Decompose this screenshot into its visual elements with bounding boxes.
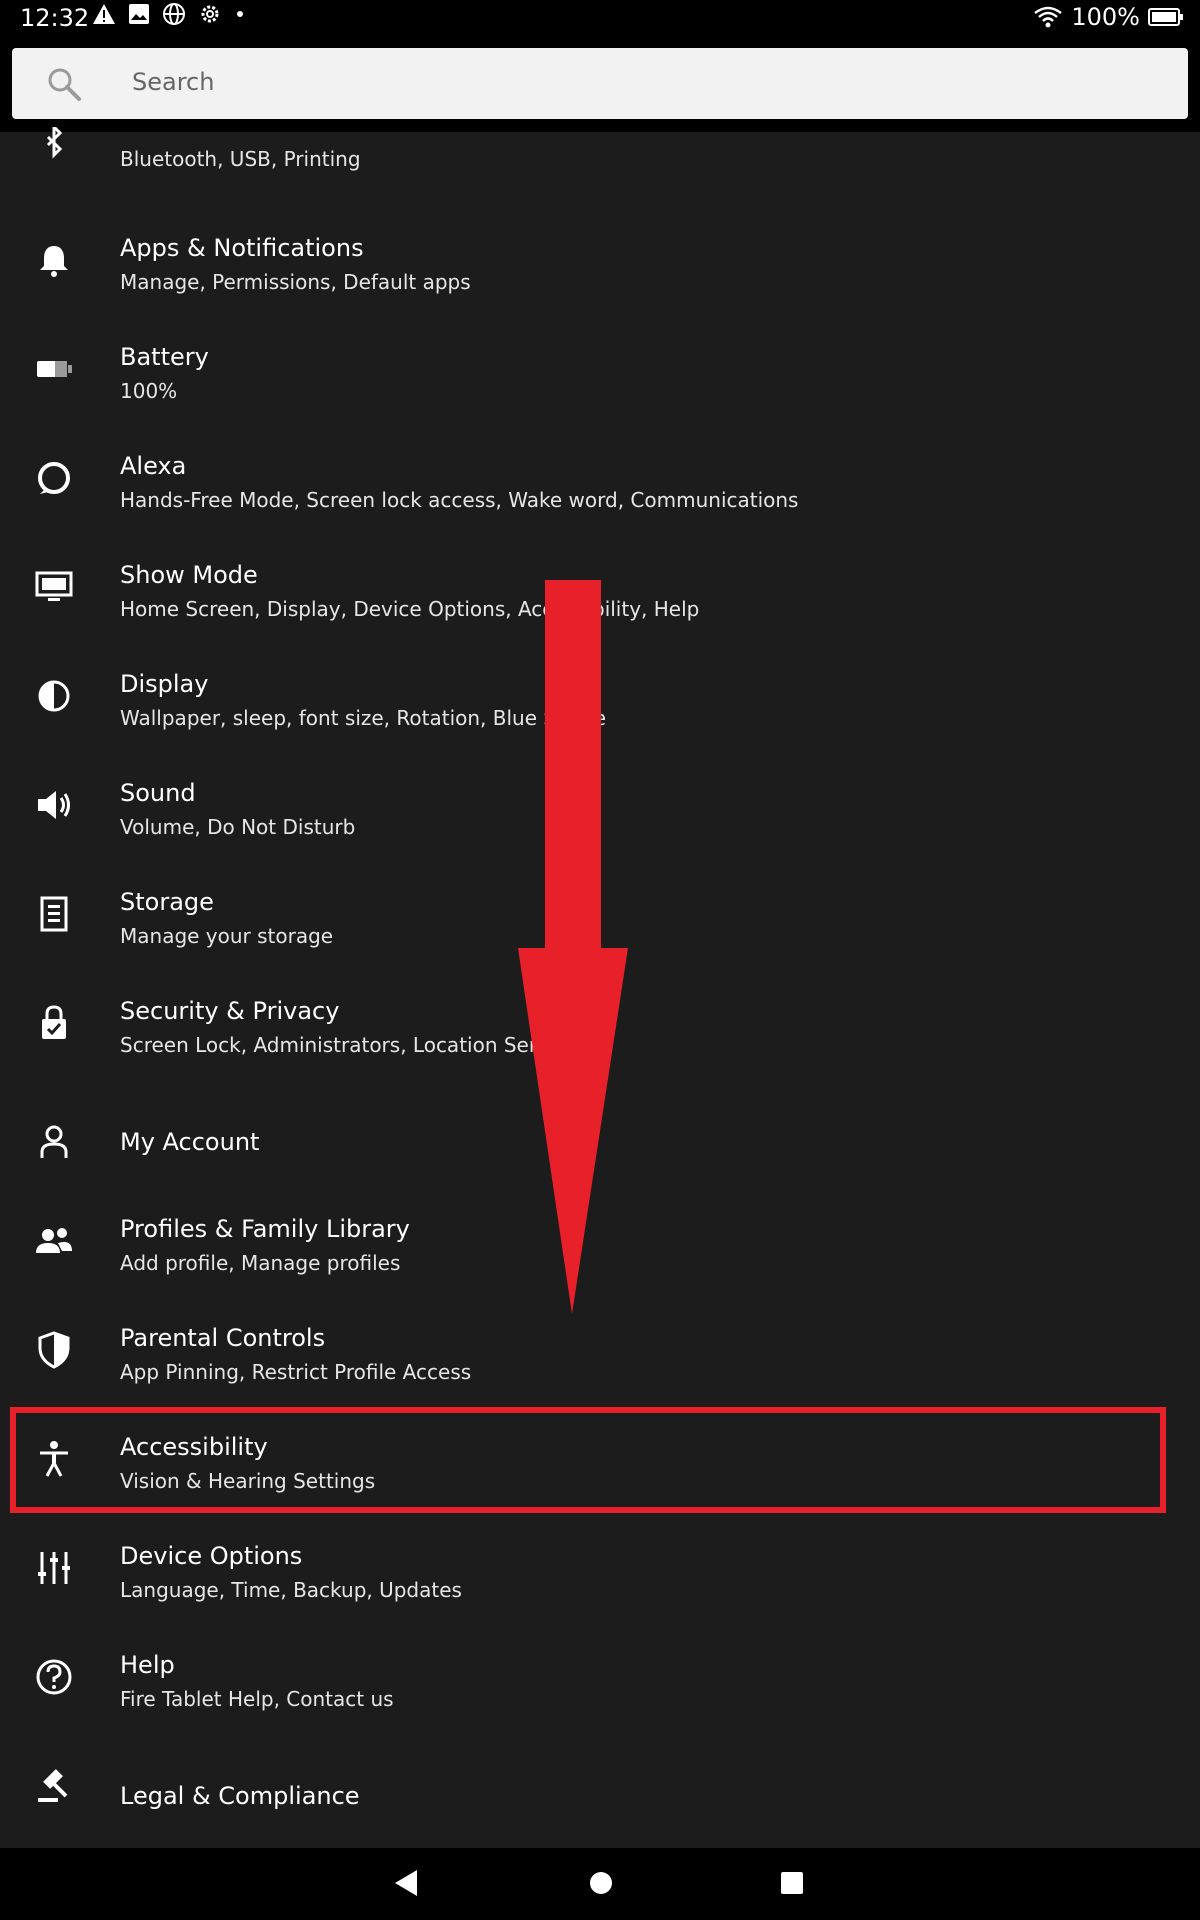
annotation-arrow <box>518 580 628 1314</box>
back-icon[interactable] <box>393 1868 419 1898</box>
navigation-bar <box>0 1848 1200 1920</box>
recents-icon[interactable] <box>779 1868 805 1898</box>
home-icon[interactable] <box>588 1868 614 1898</box>
annotation-highlight-box <box>10 1407 1166 1513</box>
